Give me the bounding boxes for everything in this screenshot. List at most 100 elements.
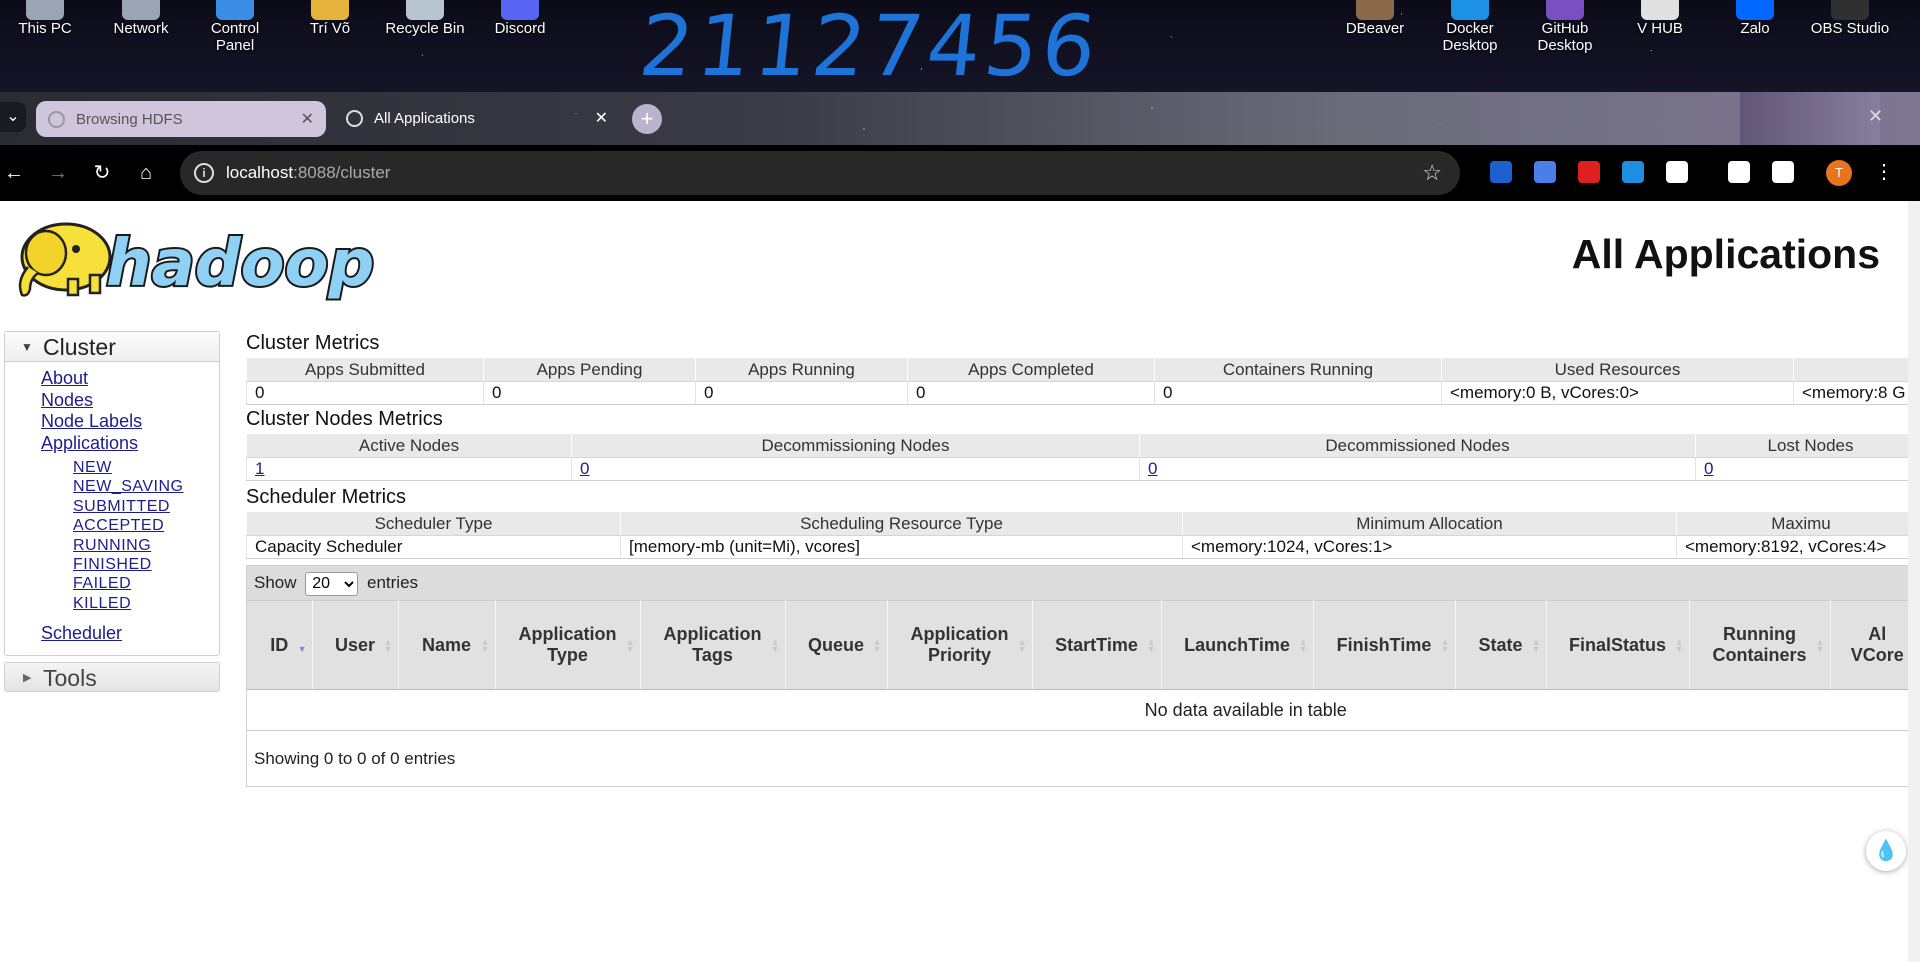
browser-menu-icon[interactable]: ⋮ bbox=[1874, 159, 1894, 184]
page-scrollbar[interactable] bbox=[1908, 201, 1920, 962]
column-header-running-containers[interactable]: Running Containers ▲ ▼ bbox=[1689, 600, 1831, 690]
metrics-cell-link[interactable]: 1 bbox=[255, 459, 264, 478]
column-header-application-type[interactable]: Application Type ▲ ▼ bbox=[495, 600, 641, 690]
sidebar-state-link[interactable]: NEW bbox=[73, 458, 219, 477]
desktop-shortcut[interactable]: V HUB bbox=[1615, 0, 1705, 92]
address-bar[interactable]: i localhost:8088/cluster ☆ bbox=[180, 151, 1460, 195]
tools-panel-header[interactable]: ▶ Tools bbox=[4, 661, 220, 692]
dbeaver-icon bbox=[1356, 0, 1394, 20]
entries-per-page-select[interactable]: 102050100 bbox=[305, 571, 359, 596]
url-text[interactable]: localhost:8088/cluster bbox=[226, 151, 390, 195]
adblock-icon[interactable] bbox=[1578, 161, 1600, 183]
sidebar-state-link[interactable]: RUNNING bbox=[73, 536, 219, 555]
desktop-shortcut[interactable]: DBeaver bbox=[1330, 0, 1420, 92]
desktop-shortcut[interactable]: Trí Võ bbox=[285, 0, 375, 92]
sidebar-state-link[interactable]: FAILED bbox=[73, 574, 219, 593]
column-header-label: Running bbox=[1723, 624, 1796, 644]
column-header-starttime[interactable]: StartTime ▲ ▼ bbox=[1032, 600, 1162, 690]
column-header-name[interactable]: Name ▲ ▼ bbox=[398, 600, 496, 690]
metrics-column-header: Maximu bbox=[1676, 511, 1910, 536]
puzzle-extensions-icon[interactable] bbox=[1666, 161, 1688, 183]
tab-title: Browsing HDFS bbox=[76, 111, 183, 128]
desktop-shortcut-label: Trí Võ bbox=[309, 20, 351, 37]
tab-browsing-hdfs[interactable]: Browsing HDFS ✕ bbox=[36, 101, 326, 137]
desktop-shortcut[interactable]: Discord bbox=[475, 0, 565, 92]
desktop-shortcut[interactable]: This PC bbox=[0, 0, 90, 92]
sidebar-state-link[interactable]: KILLED bbox=[73, 594, 219, 613]
window-close-icon[interactable]: ✕ bbox=[1868, 106, 1883, 127]
reload-icon[interactable]: ↻ bbox=[88, 159, 116, 187]
column-header-id[interactable]: ID ▼ bbox=[247, 600, 313, 690]
sort-icon: ▲ ▼ bbox=[1440, 637, 1450, 654]
tab-search-chevron-icon[interactable]: ⌄ bbox=[0, 102, 26, 132]
sidebar-state-link[interactable]: FINISHED bbox=[73, 555, 219, 574]
sort-icon: ▲ ▼ bbox=[480, 637, 490, 654]
dropper-icon[interactable] bbox=[1622, 161, 1644, 183]
desktop-shortcut[interactable]: Control Panel bbox=[190, 0, 280, 92]
column-header-state[interactable]: State ▲ ▼ bbox=[1455, 600, 1547, 690]
forward-arrow-icon[interactable]: → bbox=[44, 159, 72, 187]
sidebar-link-scheduler[interactable]: Scheduler bbox=[41, 623, 219, 645]
cluster-panel-header[interactable]: ▼ Cluster bbox=[5, 332, 219, 362]
desktop-shortcut[interactable]: GitHub Desktop bbox=[1520, 0, 1610, 92]
column-header-label: FinalStatus bbox=[1568, 634, 1666, 655]
sort-icon: ▲ ▼ bbox=[1815, 637, 1825, 654]
sidebar-link-nodes[interactable]: Nodes bbox=[41, 390, 219, 412]
sort-descending-icon: ▼ bbox=[297, 644, 307, 654]
desktop-shortcut[interactable]: Recycle Bin bbox=[380, 0, 470, 92]
control-panel-icon bbox=[216, 0, 254, 20]
datatable-length-control: Show 102050100 entries bbox=[247, 566, 1910, 600]
empty-table-message: No data available in table bbox=[247, 689, 1910, 731]
new-tab-plus-icon[interactable]: + bbox=[632, 104, 662, 134]
sidebar-state-link[interactable]: SUBMITTED bbox=[73, 497, 219, 516]
back-arrow-icon[interactable]: ← bbox=[0, 159, 28, 187]
bookmark-star-icon[interactable]: ☆ bbox=[1422, 151, 1442, 195]
sidebar-state-link[interactable]: ACCEPTED bbox=[73, 516, 219, 535]
metrics-cell-link[interactable]: 0 bbox=[580, 459, 589, 478]
column-header-user[interactable]: User ▲ ▼ bbox=[312, 600, 399, 690]
google-translate-icon[interactable] bbox=[1534, 161, 1556, 183]
close-tab-icon[interactable]: ✕ bbox=[301, 101, 314, 138]
desktop-shortcut-label: Zalo bbox=[1740, 20, 1770, 37]
metrics-cell[interactable]: 1 bbox=[246, 457, 572, 481]
desktop-shortcut-label: Control Panel bbox=[210, 20, 260, 54]
cluster-metrics-title: Cluster Metrics bbox=[246, 332, 380, 354]
empty-row: No data available in table bbox=[247, 689, 1910, 731]
column-header-finishtime[interactable]: FinishTime ▲ ▼ bbox=[1313, 600, 1456, 690]
metrics-cell[interactable]: 0 bbox=[1139, 457, 1696, 481]
sidebar-link-applications[interactable]: Applications bbox=[41, 433, 219, 455]
metrics-column-header: Decommissioned Nodes bbox=[1139, 433, 1696, 458]
bitwarden-icon[interactable] bbox=[1490, 161, 1512, 183]
collapsed-triangle-icon: ▶ bbox=[23, 671, 32, 684]
cluster-heading: Cluster bbox=[43, 334, 116, 360]
site-info-icon[interactable]: i bbox=[194, 163, 214, 183]
desktop-shortcut[interactable]: Zalo bbox=[1710, 0, 1800, 92]
side-panel-icon[interactable] bbox=[1772, 161, 1794, 183]
metrics-cell[interactable]: 0 bbox=[1695, 457, 1910, 481]
home-icon[interactable]: ⌂ bbox=[132, 159, 160, 187]
desktop-shortcut[interactable]: OBS Studio bbox=[1805, 0, 1895, 92]
hadoop-logo[interactable]: hadoop bbox=[8, 213, 380, 303]
profile-avatar[interactable]: T bbox=[1826, 160, 1852, 186]
column-header-queue[interactable]: Queue ▲ ▼ bbox=[785, 600, 888, 690]
reading-list-icon[interactable] bbox=[1728, 161, 1750, 183]
column-header-label: FinishTime bbox=[1336, 634, 1432, 655]
applications-datatable: Show 102050100 entries ID▼User▲▼Name▲▼Ap… bbox=[246, 565, 1910, 787]
tab-all-applications[interactable]: All Applications ✕ bbox=[334, 100, 620, 137]
metrics-cell-link[interactable]: 0 bbox=[1148, 459, 1157, 478]
sidebar-link-about[interactable]: About bbox=[41, 368, 219, 390]
column-header-application-tags[interactable]: Application Tags ▲ ▼ bbox=[640, 600, 786, 690]
metrics-cell-link[interactable]: 0 bbox=[1704, 459, 1713, 478]
scheduler-metrics-table: Scheduler Type Scheduling Resource Type Mi… bbox=[246, 511, 1910, 559]
column-header-application-priority[interactable]: Application Priority ▲ ▼ bbox=[887, 600, 1033, 690]
metrics-cell[interactable]: 0 bbox=[571, 457, 1140, 481]
sidebar-state-link[interactable]: NEW_SAVING bbox=[73, 477, 219, 496]
sidebar-link-node-labels[interactable]: Node Labels bbox=[41, 411, 219, 433]
column-header-launchtime[interactable]: LaunchTime ▲ ▼ bbox=[1161, 600, 1314, 690]
column-header-al-vcore[interactable]: AlVCore▲▼ bbox=[1830, 600, 1910, 690]
close-tab-icon[interactable]: ✕ bbox=[595, 100, 608, 137]
column-header-finalstatus[interactable]: FinalStatus ▲ ▼ bbox=[1546, 600, 1690, 690]
desktop-shortcut[interactable]: Network bbox=[96, 0, 186, 92]
floating-droplet-icon[interactable]: 💧 bbox=[1866, 831, 1906, 871]
desktop-shortcut[interactable]: Docker Desktop bbox=[1425, 0, 1515, 92]
